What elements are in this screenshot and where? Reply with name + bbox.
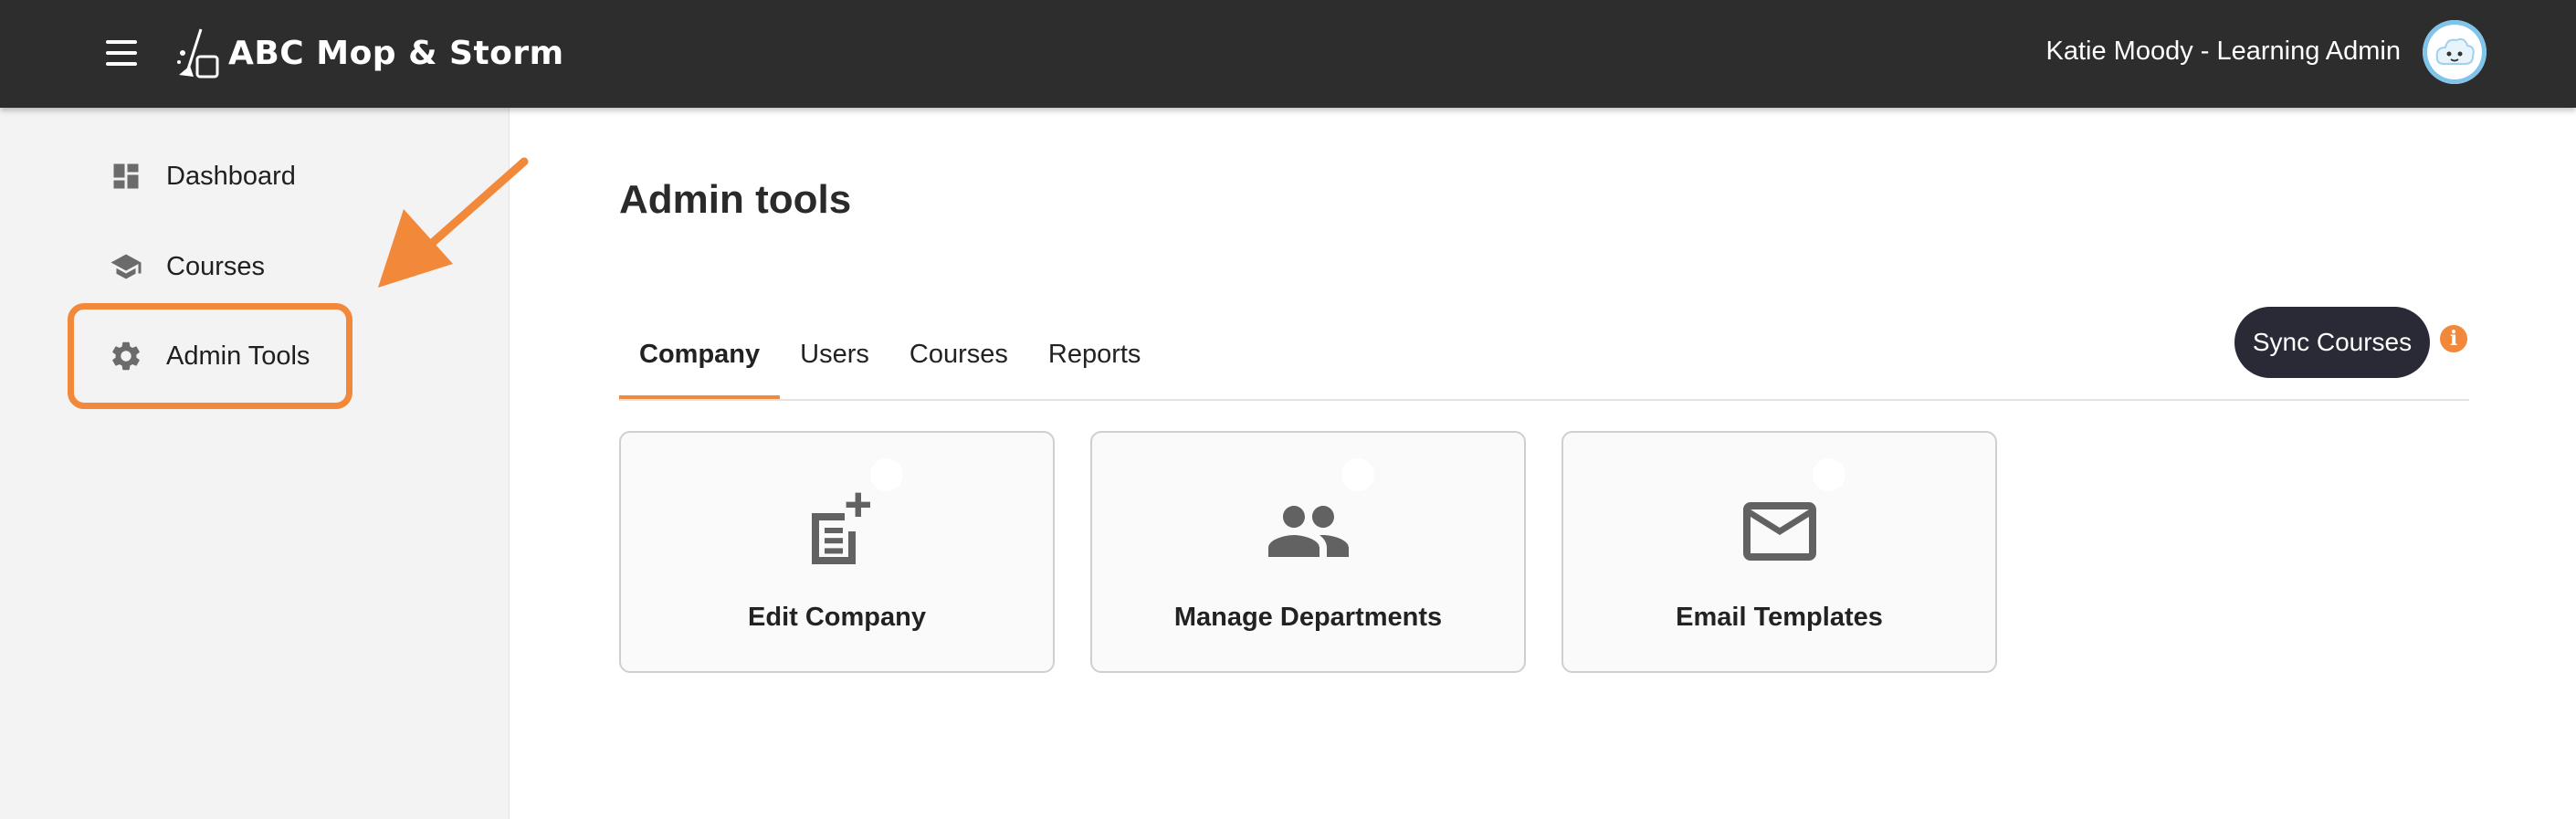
logo-text: ABC Mop & Storm xyxy=(228,34,564,72)
pointer-arrow-icon xyxy=(378,157,529,288)
graduation-cap-icon xyxy=(108,248,144,285)
sidebar-item-label: Dashboard xyxy=(166,161,296,191)
card-manage-departments[interactable]: Manage Departments xyxy=(1090,431,1526,673)
mop-bucket-icon xyxy=(177,28,219,79)
card-dot xyxy=(1813,458,1845,491)
cloud-avatar-icon xyxy=(2423,20,2487,84)
people-icon xyxy=(1267,506,1349,557)
card-dot xyxy=(1341,458,1374,491)
card-edit-company[interactable]: Edit Company xyxy=(619,431,1055,673)
highlight-box xyxy=(68,303,352,409)
tab-users[interactable]: Users xyxy=(780,329,889,400)
page-title: Admin tools xyxy=(619,177,852,222)
mail-icon xyxy=(1742,502,1816,561)
sidebar-item-label: Courses xyxy=(166,251,265,281)
card-label: Manage Departments xyxy=(1173,603,1443,632)
sync-courses-button[interactable]: Sync Courses xyxy=(2234,307,2430,378)
tab-bar: Company Users Courses Reports xyxy=(619,329,1161,400)
tab-reports[interactable]: Reports xyxy=(1028,329,1162,400)
menu-icon[interactable] xyxy=(106,40,137,66)
user-name[interactable]: Katie Moody - Learning Admin xyxy=(2046,33,2402,69)
note-add-icon xyxy=(811,492,870,564)
dashboard-icon xyxy=(108,158,144,194)
card-email-templates[interactable]: Email Templates xyxy=(1561,431,1997,673)
tab-courses[interactable]: Courses xyxy=(889,329,1028,400)
sidebar-item-courses[interactable]: Courses xyxy=(108,244,265,289)
tab-company[interactable]: Company xyxy=(619,329,781,400)
avatar[interactable] xyxy=(2423,20,2487,84)
top-bar: ABC Mop & Storm Katie Moody - Learning A… xyxy=(0,0,2576,108)
info-icon[interactable]: i xyxy=(2440,325,2467,352)
card-label: Email Templates xyxy=(1676,603,1883,632)
card-label: Edit Company xyxy=(748,603,926,632)
tab-divider xyxy=(619,399,2469,401)
company-logo[interactable]: ABC Mop & Storm xyxy=(173,24,564,82)
card-dot xyxy=(870,458,903,491)
sidebar-item-dashboard[interactable]: Dashboard xyxy=(108,153,296,199)
